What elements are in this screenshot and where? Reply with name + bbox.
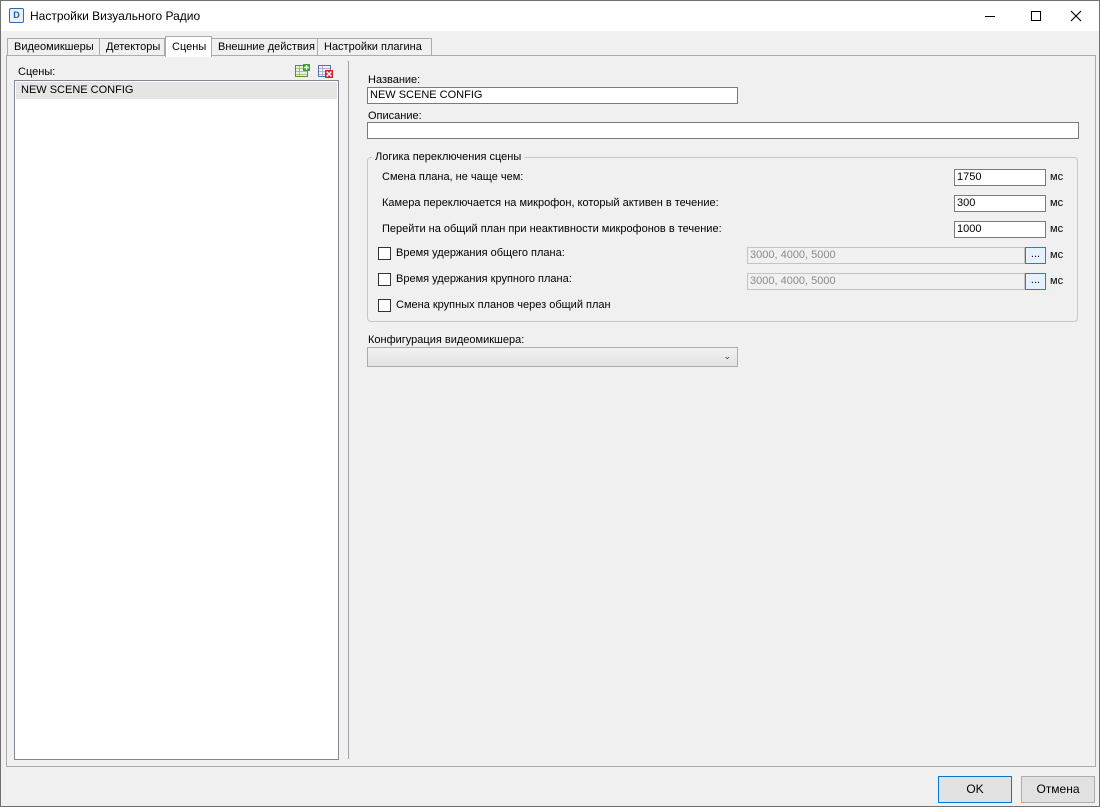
tab-plugin-settings[interactable]: Настройки плагина: [317, 38, 432, 56]
list-item[interactable]: NEW SCENE CONFIG: [16, 82, 337, 99]
switch-logic-group-title: Логика переключения сцены: [372, 151, 525, 163]
scenes-label: Сцены:: [18, 66, 56, 78]
mixer-config-dropdown[interactable]: ⌄: [367, 347, 738, 367]
camera-switch-label: Камера переключается на микрофон, которы…: [382, 197, 719, 209]
tab-videomixers[interactable]: Видеомикшеры: [7, 38, 100, 56]
cancel-button[interactable]: Отмена: [1021, 776, 1095, 803]
close-icon: [1070, 10, 1082, 22]
plan-change-input[interactable]: 1750: [954, 169, 1046, 186]
tab-external-actions[interactable]: Внешние действия: [211, 38, 318, 56]
camera-switch-input[interactable]: 300: [954, 195, 1046, 212]
window-title: Настройки Визуального Радио: [30, 9, 201, 23]
description-input[interactable]: [367, 122, 1079, 139]
close-button[interactable]: [1053, 1, 1099, 31]
name-label: Название:: [368, 74, 421, 86]
delete-scene-icon[interactable]: [318, 64, 333, 78]
hold-closeup-input[interactable]: 3000, 4000, 5000: [747, 273, 1025, 290]
closeup-via-general-checkbox[interactable]: [378, 299, 391, 312]
ok-button[interactable]: OK: [938, 776, 1012, 803]
general-plan-input[interactable]: 1000: [954, 221, 1046, 238]
tab-scenes[interactable]: Сцены: [165, 36, 212, 57]
closeup-via-general-label: Смена крупных планов через общий план: [396, 299, 611, 311]
hold-general-label: Время удержания общего плана:: [396, 247, 565, 259]
settings-window: D Настройки Визуального Радио Видеомикше…: [0, 0, 1100, 807]
title-bar[interactable]: D Настройки Визуального Радио: [1, 1, 1099, 31]
tab-detectors[interactable]: Детекторы: [99, 38, 165, 56]
mixer-config-label: Конфигурация видеомикшера:: [368, 334, 525, 346]
hold-closeup-browse-button[interactable]: ...: [1025, 273, 1046, 290]
hold-closeup-checkbox[interactable]: [378, 273, 391, 286]
plan-change-label: Смена плана, не чаще чем:: [382, 171, 524, 183]
hold-closeup-unit: мс: [1050, 275, 1064, 287]
hold-general-checkbox[interactable]: [378, 247, 391, 260]
name-input[interactable]: NEW SCENE CONFIG: [367, 87, 738, 104]
panel-splitter[interactable]: [348, 61, 349, 759]
add-scene-icon[interactable]: [295, 64, 310, 78]
camera-switch-unit: мс: [1050, 197, 1064, 209]
minimize-button[interactable]: [967, 1, 1013, 31]
radio-app-icon: D: [9, 8, 24, 23]
hold-general-unit: мс: [1050, 249, 1064, 261]
hold-closeup-label: Время удержания крупного плана:: [396, 273, 572, 285]
scenes-list[interactable]: NEW SCENE CONFIG: [14, 80, 339, 760]
plan-change-unit: мс: [1050, 171, 1064, 183]
maximize-icon: [1031, 11, 1041, 21]
minimize-icon: [985, 15, 995, 17]
general-plan-label: Перейти на общий план при неактивности м…: [382, 223, 722, 235]
hold-general-input[interactable]: 3000, 4000, 5000: [747, 247, 1025, 264]
hold-general-browse-button[interactable]: ...: [1025, 247, 1046, 264]
general-plan-unit: мс: [1050, 223, 1064, 235]
chevron-down-icon: ⌄: [723, 351, 731, 361]
description-label: Описание:: [368, 110, 422, 122]
